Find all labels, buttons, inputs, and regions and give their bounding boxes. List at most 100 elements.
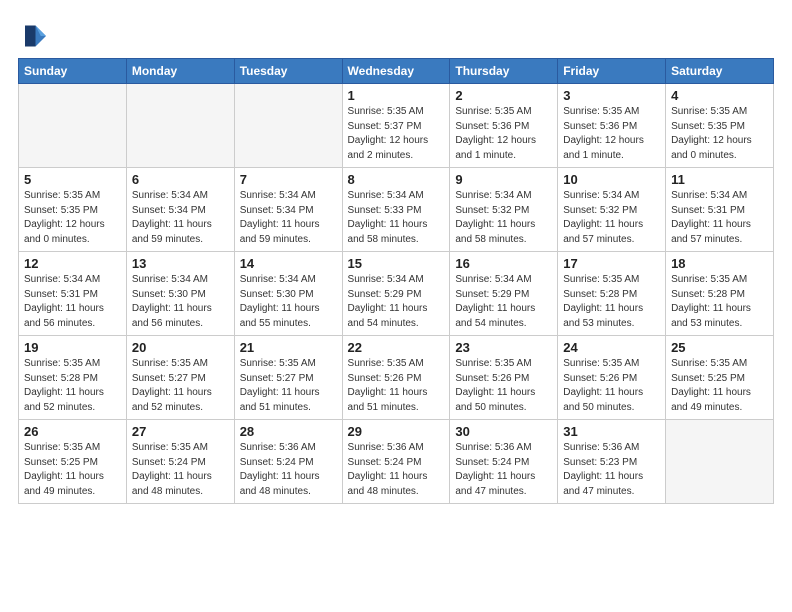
calendar-cell: 13 Sunrise: 5:34 AM Sunset: 5:30 PM Dayli… — [126, 252, 234, 336]
calendar-cell: 26Sunrise: 5:35 AM Sunset: 5:25 PM Dayli… — [19, 420, 127, 504]
day-info: Sunrise: 5:35 AM Sunset: 5:35 PM Dayligh… — [671, 105, 768, 163]
day-number: 10 — [563, 172, 660, 187]
calendar-cell — [234, 84, 342, 168]
day-number: 19 — [24, 340, 121, 355]
day-number: 11 — [671, 172, 768, 187]
calendar-cell: 5 Sunrise: 5:35 AM Sunset: 5:35 PM Daylig… — [19, 168, 127, 252]
calendar-cell: 21Sunrise: 5:35 AM Sunset: 5:27 PM Dayli… — [234, 336, 342, 420]
day-info: Sunrise: 5:35 AM Sunset: 5:28 PM Dayligh… — [671, 273, 768, 331]
day-number: 13 — [132, 256, 229, 271]
calendar-cell — [19, 84, 127, 168]
calendar-cell: 17Sunrise: 5:35 AM Sunset: 5:28 PM Dayli… — [558, 252, 666, 336]
day-info: Sunrise: 5:35 AM Sunset: 5:36 PM Dayligh… — [455, 105, 552, 163]
calendar-cell: 14 Sunrise: 5:34 AM Sunset: 5:30 PM Dayli… — [234, 252, 342, 336]
weekday-header-row: SundayMondayTuesdayWednesdayThursdayFrid… — [19, 59, 774, 84]
day-info: Sunrise: 5:35 AM Sunset: 5:25 PM Dayligh… — [24, 441, 121, 499]
calendar-table: SundayMondayTuesdayWednesdayThursdayFrid… — [18, 58, 774, 504]
day-number: 15 — [348, 256, 445, 271]
day-info: Sunrise: 5:35 AM Sunset: 5:24 PM Dayligh… — [132, 441, 229, 499]
calendar-cell: 25Sunrise: 5:35 AM Sunset: 5:25 PM Dayli… — [666, 336, 774, 420]
header — [18, 18, 774, 50]
day-number: 24 — [563, 340, 660, 355]
day-info: Sunrise: 5:34 AM Sunset: 5:34 PM Dayligh… — [240, 189, 337, 247]
day-info: Sunrise: 5:35 AM Sunset: 5:35 PM Dayligh… — [24, 189, 121, 247]
day-info: Sunrise: 5:34 AM Sunset: 5:29 PM Dayligh… — [455, 273, 552, 331]
day-info: Sunrise: 5:35 AM Sunset: 5:26 PM Dayligh… — [348, 357, 445, 415]
calendar-cell: 7 Sunrise: 5:34 AM Sunset: 5:34 PM Daylig… — [234, 168, 342, 252]
day-info: Sunrise: 5:34 AM Sunset: 5:34 PM Dayligh… — [132, 189, 229, 247]
calendar-week-row: 1Sunrise: 5:35 AM Sunset: 5:37 PM Daylig… — [19, 84, 774, 168]
calendar-cell: 28 Sunrise: 5:36 AM Sunset: 5:24 PM Dayli… — [234, 420, 342, 504]
day-number: 20 — [132, 340, 229, 355]
calendar-cell: 1Sunrise: 5:35 AM Sunset: 5:37 PM Daylig… — [342, 84, 450, 168]
day-number: 2 — [455, 88, 552, 103]
calendar-week-row: 5 Sunrise: 5:35 AM Sunset: 5:35 PM Daylig… — [19, 168, 774, 252]
day-info: Sunrise: 5:36 AM Sunset: 5:24 PM Dayligh… — [348, 441, 445, 499]
calendar-cell: 29 Sunrise: 5:36 AM Sunset: 5:24 PM Dayli… — [342, 420, 450, 504]
day-info: Sunrise: 5:35 AM Sunset: 5:28 PM Dayligh… — [24, 357, 121, 415]
calendar-cell: 8 Sunrise: 5:34 AM Sunset: 5:33 PM Daylig… — [342, 168, 450, 252]
calendar-cell: 16 Sunrise: 5:34 AM Sunset: 5:29 PM Dayli… — [450, 252, 558, 336]
day-number: 25 — [671, 340, 768, 355]
calendar-cell: 19 Sunrise: 5:35 AM Sunset: 5:28 PM Dayli… — [19, 336, 127, 420]
day-number: 16 — [455, 256, 552, 271]
calendar-cell: 10Sunrise: 5:34 AM Sunset: 5:32 PM Dayli… — [558, 168, 666, 252]
day-number: 6 — [132, 172, 229, 187]
calendar-cell: 31 Sunrise: 5:36 AM Sunset: 5:23 PM Dayli… — [558, 420, 666, 504]
calendar-week-row: 19 Sunrise: 5:35 AM Sunset: 5:28 PM Dayli… — [19, 336, 774, 420]
calendar-cell: 3Sunrise: 5:35 AM Sunset: 5:36 PM Daylig… — [558, 84, 666, 168]
day-number: 30 — [455, 424, 552, 439]
logo-icon — [18, 22, 46, 50]
calendar-cell: 4 Sunrise: 5:35 AM Sunset: 5:35 PM Daylig… — [666, 84, 774, 168]
day-number: 8 — [348, 172, 445, 187]
day-info: Sunrise: 5:35 AM Sunset: 5:28 PM Dayligh… — [563, 273, 660, 331]
day-number: 5 — [24, 172, 121, 187]
day-info: Sunrise: 5:35 AM Sunset: 5:27 PM Dayligh… — [240, 357, 337, 415]
page: SundayMondayTuesdayWednesdayThursdayFrid… — [0, 0, 792, 612]
day-number: 27 — [132, 424, 229, 439]
weekday-header-sunday: Sunday — [19, 59, 127, 84]
day-info: Sunrise: 5:34 AM Sunset: 5:33 PM Dayligh… — [348, 189, 445, 247]
calendar-cell: 30 Sunrise: 5:36 AM Sunset: 5:24 PM Dayli… — [450, 420, 558, 504]
day-number: 28 — [240, 424, 337, 439]
weekday-header-thursday: Thursday — [450, 59, 558, 84]
day-number: 22 — [348, 340, 445, 355]
day-number: 23 — [455, 340, 552, 355]
calendar-cell: 23 Sunrise: 5:35 AM Sunset: 5:26 PM Dayli… — [450, 336, 558, 420]
day-info: Sunrise: 5:34 AM Sunset: 5:29 PM Dayligh… — [348, 273, 445, 331]
calendar-cell: 20 Sunrise: 5:35 AM Sunset: 5:27 PM Dayli… — [126, 336, 234, 420]
day-info: Sunrise: 5:35 AM Sunset: 5:37 PM Dayligh… — [348, 105, 445, 163]
calendar-cell: 2 Sunrise: 5:35 AM Sunset: 5:36 PM Daylig… — [450, 84, 558, 168]
calendar-week-row: 26Sunrise: 5:35 AM Sunset: 5:25 PM Dayli… — [19, 420, 774, 504]
weekday-header-friday: Friday — [558, 59, 666, 84]
weekday-header-wednesday: Wednesday — [342, 59, 450, 84]
calendar-cell: 9 Sunrise: 5:34 AM Sunset: 5:32 PM Daylig… — [450, 168, 558, 252]
day-info: Sunrise: 5:35 AM Sunset: 5:27 PM Dayligh… — [132, 357, 229, 415]
weekday-header-tuesday: Tuesday — [234, 59, 342, 84]
day-number: 3 — [563, 88, 660, 103]
calendar-cell: 12Sunrise: 5:34 AM Sunset: 5:31 PM Dayli… — [19, 252, 127, 336]
day-number: 29 — [348, 424, 445, 439]
day-number: 12 — [24, 256, 121, 271]
day-number: 31 — [563, 424, 660, 439]
calendar-cell — [666, 420, 774, 504]
day-info: Sunrise: 5:34 AM Sunset: 5:30 PM Dayligh… — [240, 273, 337, 331]
day-info: Sunrise: 5:36 AM Sunset: 5:23 PM Dayligh… — [563, 441, 660, 499]
day-info: Sunrise: 5:35 AM Sunset: 5:26 PM Dayligh… — [455, 357, 552, 415]
calendar-cell: 6 Sunrise: 5:34 AM Sunset: 5:34 PM Daylig… — [126, 168, 234, 252]
calendar-cell: 22 Sunrise: 5:35 AM Sunset: 5:26 PM Dayli… — [342, 336, 450, 420]
day-number: 4 — [671, 88, 768, 103]
logo — [18, 22, 50, 50]
calendar-cell: 11Sunrise: 5:34 AM Sunset: 5:31 PM Dayli… — [666, 168, 774, 252]
calendar-cell: 24Sunrise: 5:35 AM Sunset: 5:26 PM Dayli… — [558, 336, 666, 420]
day-info: Sunrise: 5:36 AM Sunset: 5:24 PM Dayligh… — [240, 441, 337, 499]
day-info: Sunrise: 5:34 AM Sunset: 5:32 PM Dayligh… — [455, 189, 552, 247]
calendar-cell: 15 Sunrise: 5:34 AM Sunset: 5:29 PM Dayli… — [342, 252, 450, 336]
day-info: Sunrise: 5:36 AM Sunset: 5:24 PM Dayligh… — [455, 441, 552, 499]
day-number: 14 — [240, 256, 337, 271]
day-number: 7 — [240, 172, 337, 187]
day-number: 9 — [455, 172, 552, 187]
weekday-header-monday: Monday — [126, 59, 234, 84]
day-info: Sunrise: 5:34 AM Sunset: 5:30 PM Dayligh… — [132, 273, 229, 331]
weekday-header-saturday: Saturday — [666, 59, 774, 84]
